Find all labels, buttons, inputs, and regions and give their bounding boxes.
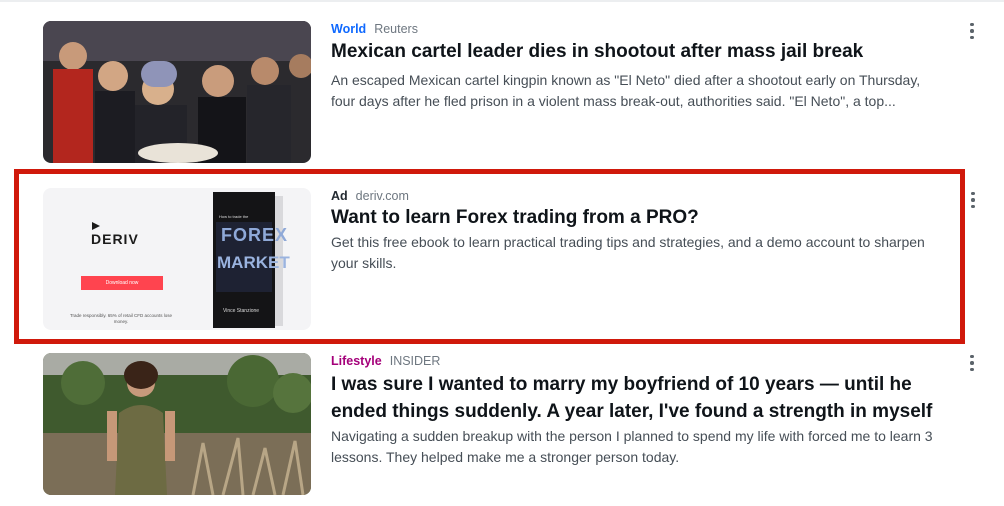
- article-summary: Navigating a sudden breakup with the per…: [331, 428, 933, 465]
- top-divider: [0, 0, 1004, 2]
- source-label: Reuters: [374, 22, 418, 36]
- article-meta: World Reuters: [331, 21, 418, 37]
- article-title[interactable]: Mexican cartel leader dies in shootout a…: [331, 38, 941, 65]
- article-meta: Lifestyle INSIDER: [331, 353, 440, 369]
- article-thumbnail[interactable]: [43, 353, 311, 495]
- article-title[interactable]: I was sure I wanted to marry my boyfrien…: [331, 371, 941, 425]
- more-options-icon[interactable]: [964, 20, 980, 42]
- category-label[interactable]: Lifestyle: [331, 354, 382, 368]
- ad-highlight-frame: [14, 169, 965, 344]
- woman-garden-photo: [43, 353, 311, 495]
- category-label[interactable]: World: [331, 22, 366, 36]
- more-options-icon[interactable]: [964, 352, 980, 374]
- article-summary: An escaped Mexican cartel kingpin known …: [331, 72, 921, 109]
- more-options-icon[interactable]: [965, 189, 981, 211]
- article-thumbnail[interactable]: [43, 21, 311, 163]
- source-label: INSIDER: [389, 354, 441, 368]
- crowd-photo: [43, 21, 311, 163]
